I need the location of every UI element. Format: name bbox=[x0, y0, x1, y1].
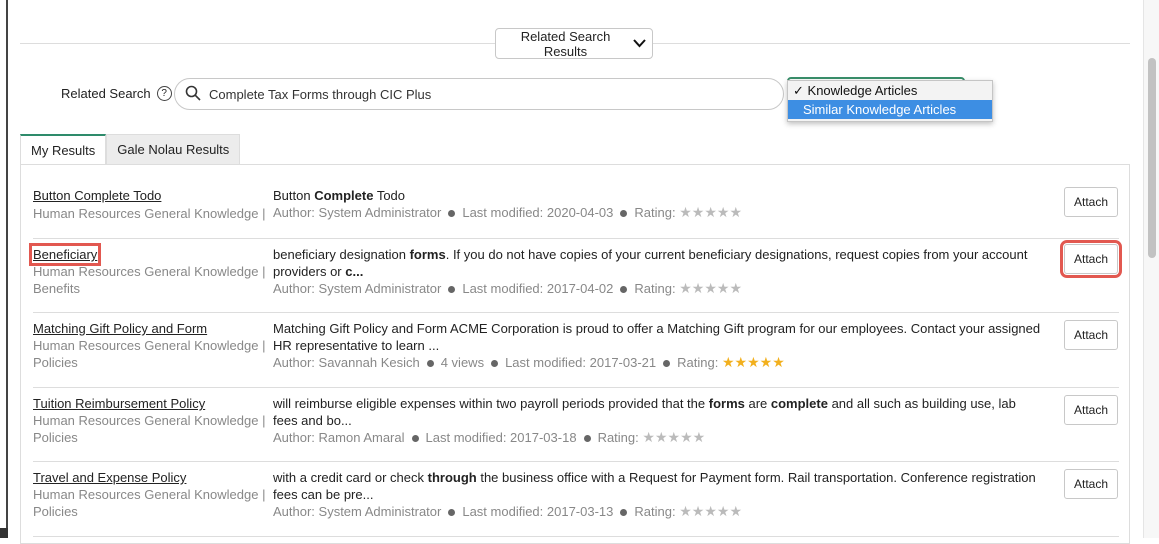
result-title-link[interactable]: Tuition Reimbursement Policy bbox=[33, 396, 205, 411]
option-label: Similar Knowledge Articles bbox=[803, 102, 957, 117]
star-icon: ★ bbox=[704, 204, 717, 220]
source-dropdown-menu[interactable]: ✓ Knowledge Articles Similar Knowledge A… bbox=[787, 80, 993, 122]
dropdown-option-similar-knowledge-articles[interactable]: Similar Knowledge Articles bbox=[788, 100, 992, 119]
checkmark-icon: ✓ bbox=[793, 83, 804, 98]
results-tabs: My Results Gale Nolau Results bbox=[20, 134, 241, 164]
result-info: Author: System Administrator Last modifie… bbox=[273, 204, 743, 220]
result-title-link[interactable]: Matching Gift Policy and Form bbox=[33, 321, 207, 336]
vertical-scrollbar[interactable] bbox=[1143, 0, 1159, 538]
related-search-box[interactable] bbox=[174, 78, 784, 110]
star-icon: ★ bbox=[692, 429, 706, 445]
star-icon: ★ bbox=[716, 280, 730, 296]
star-icon: ★ bbox=[729, 280, 743, 296]
star-icon: ★ bbox=[691, 503, 705, 519]
result-title-link[interactable]: Travel and Expense Policy bbox=[33, 470, 186, 485]
help-icon[interactable]: ? bbox=[156, 86, 172, 101]
star-icon: ★ bbox=[654, 429, 668, 445]
result-row: Beneficiary Human Resources General Know… bbox=[28, 238, 1122, 313]
related-search-label: Related Search ? bbox=[61, 86, 172, 101]
star-icon: ★ bbox=[642, 429, 655, 445]
left-edge bbox=[0, 0, 8, 538]
result-category: Human Resources General Knowledge | bbox=[33, 338, 266, 353]
star-icon: ★ bbox=[729, 204, 743, 220]
star-icon: ★ bbox=[721, 354, 735, 370]
result-subcategory: Policies bbox=[33, 504, 78, 519]
star-icon: ★ bbox=[704, 280, 717, 296]
option-label: Knowledge Articles bbox=[807, 83, 918, 98]
result-info: Author: Ramon Amaral Last modified: 2017-… bbox=[273, 429, 706, 445]
star-icon: ★ bbox=[772, 354, 785, 370]
attach-button[interactable]: Attach bbox=[1064, 469, 1118, 499]
result-description: Matching Gift Policy and Form ACME Corpo… bbox=[273, 320, 1043, 371]
star-icon: ★ bbox=[716, 503, 730, 519]
result-row: Button Complete Todo Human Resources Gen… bbox=[33, 165, 1119, 239]
result-info: Author: Savannah Kesich 4 views Last modif… bbox=[273, 354, 785, 370]
star-icon: ★ bbox=[716, 204, 730, 220]
result-info: Author: System Administrator Last modifie… bbox=[273, 503, 743, 519]
result-description: beneficiary designation forms. If you do… bbox=[273, 246, 1043, 297]
dropdown-option-knowledge-articles[interactable]: ✓ Knowledge Articles bbox=[788, 81, 992, 100]
left-edge-bottom bbox=[0, 528, 8, 538]
star-icon: ★ bbox=[704, 503, 717, 519]
result-row: Matching Gift Policy and Form Human Reso… bbox=[33, 312, 1119, 388]
star-icon: ★ bbox=[680, 429, 693, 445]
attach-button[interactable]: Attach bbox=[1064, 320, 1118, 350]
result-subcategory: Benefits bbox=[33, 281, 80, 296]
attach-button[interactable]: Attach bbox=[1064, 395, 1118, 425]
result-category: Human Resources General Knowledge | bbox=[33, 206, 266, 221]
result-description: Button Complete Todo Author: System Admi… bbox=[273, 187, 1043, 221]
result-row: Tuition Reimbursement Policy Human Resou… bbox=[33, 387, 1119, 462]
star-icon: ★ bbox=[734, 354, 748, 370]
result-subcategory: Policies bbox=[33, 430, 78, 445]
search-icon bbox=[185, 85, 201, 104]
result-info: Author: System Administrator Last modifie… bbox=[273, 280, 743, 296]
star-icon: ★ bbox=[691, 204, 705, 220]
star-icon: ★ bbox=[667, 429, 681, 445]
result-description: with a credit card or check through the … bbox=[273, 469, 1043, 520]
related-search-results-toggle[interactable]: Related Search Results bbox=[495, 28, 653, 59]
chevron-down-icon bbox=[633, 37, 646, 51]
result-category: Human Resources General Knowledge | bbox=[33, 413, 266, 428]
results-panel: Button Complete Todo Human Resources Gen… bbox=[20, 164, 1130, 544]
attach-button[interactable]: Attach bbox=[1060, 240, 1122, 278]
related-search-label-text: Related Search bbox=[61, 86, 151, 101]
attach-button[interactable]: Attach bbox=[1064, 187, 1118, 217]
related-toggle-label: Related Search Results bbox=[520, 28, 611, 59]
result-row: Travel and Expense Policy Human Resource… bbox=[33, 461, 1119, 537]
star-icon: ★ bbox=[747, 354, 760, 370]
related-search-input[interactable] bbox=[207, 85, 771, 103]
star-icon: ★ bbox=[679, 503, 692, 519]
result-category: Human Resources General Knowledge | bbox=[33, 264, 266, 279]
tab-my-results[interactable]: My Results bbox=[20, 134, 107, 164]
star-icon: ★ bbox=[691, 280, 705, 296]
star-icon: ★ bbox=[679, 204, 692, 220]
result-subcategory: Policies bbox=[33, 355, 78, 370]
star-icon: ★ bbox=[679, 280, 692, 296]
tab-gale-nolau-results[interactable]: Gale Nolau Results bbox=[106, 134, 241, 164]
result-description: will reimburse eligible expenses within … bbox=[273, 395, 1043, 446]
result-category: Human Resources General Knowledge | bbox=[33, 487, 266, 502]
star-icon: ★ bbox=[759, 354, 773, 370]
result-title-link[interactable]: Button Complete Todo bbox=[33, 188, 161, 203]
result-title-link[interactable]: Beneficiary bbox=[28, 243, 102, 266]
star-icon: ★ bbox=[729, 503, 743, 519]
scrollbar-thumb[interactable] bbox=[1148, 58, 1156, 258]
